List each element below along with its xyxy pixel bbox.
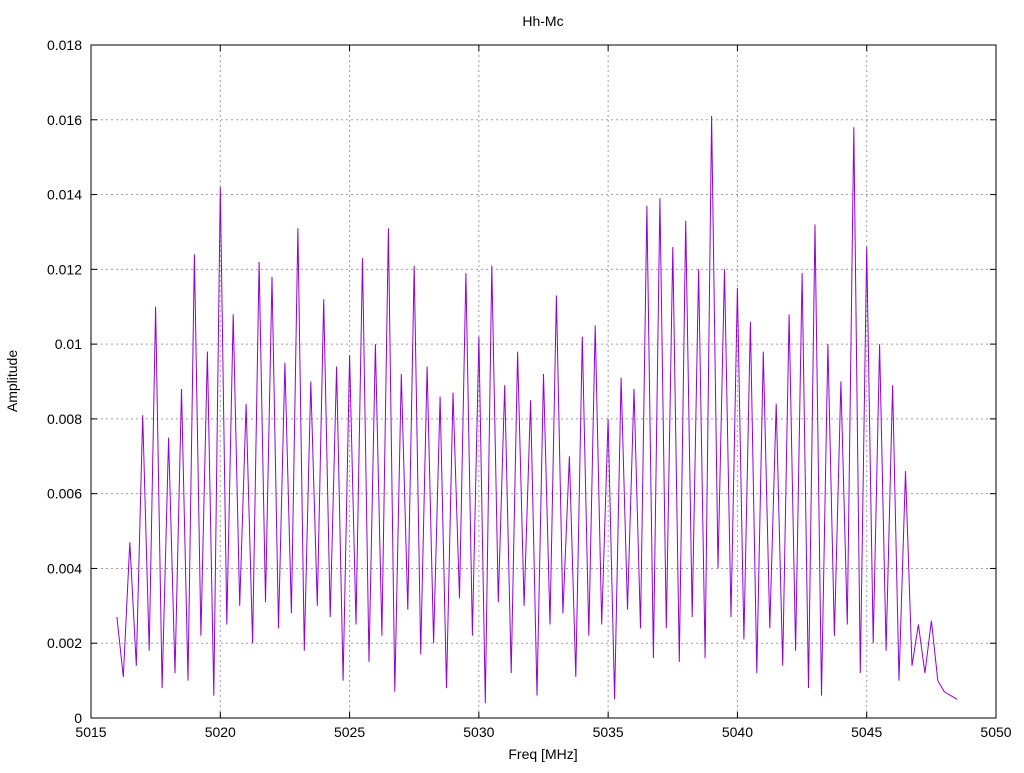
y-tick-label: 0.008 — [47, 411, 82, 427]
x-tick-label: 5040 — [722, 724, 753, 740]
x-tick-label: 5035 — [593, 724, 624, 740]
y-tick-label: 0.012 — [47, 261, 82, 277]
y-axis-label: Amplitude — [4, 350, 20, 412]
y-tick-label: 0 — [74, 710, 82, 726]
y-tick-label: 0.016 — [47, 112, 82, 128]
y-tick-label: 0.018 — [47, 37, 82, 53]
x-tick-label: 5020 — [205, 724, 236, 740]
y-tick-label: 0.004 — [47, 560, 82, 576]
x-tick-label: 5050 — [980, 724, 1011, 740]
chart: 5015 5020 5025 5030 5035 5040 5045 5050 0 0.002 0.… — [4, 13, 1012, 762]
x-axis-label: Freq [MHz] — [508, 746, 577, 762]
y-tick-label: 0.01 — [55, 336, 82, 352]
x-tick-label: 5015 — [75, 724, 106, 740]
chart-title: Hh-Mc — [522, 13, 563, 29]
x-tick-label: 5025 — [334, 724, 365, 740]
ticks: 5015 5020 5025 5030 5035 5040 5045 5050 0 0.002 0.… — [47, 37, 1012, 740]
y-tick-label: 0.006 — [47, 486, 82, 502]
y-tick-label: 0.002 — [47, 635, 82, 651]
x-tick-label: 5030 — [463, 724, 494, 740]
x-tick-label: 5045 — [851, 724, 882, 740]
series-line-hh-mc — [116, 115, 958, 704]
y-tick-label: 0.014 — [47, 187, 82, 203]
